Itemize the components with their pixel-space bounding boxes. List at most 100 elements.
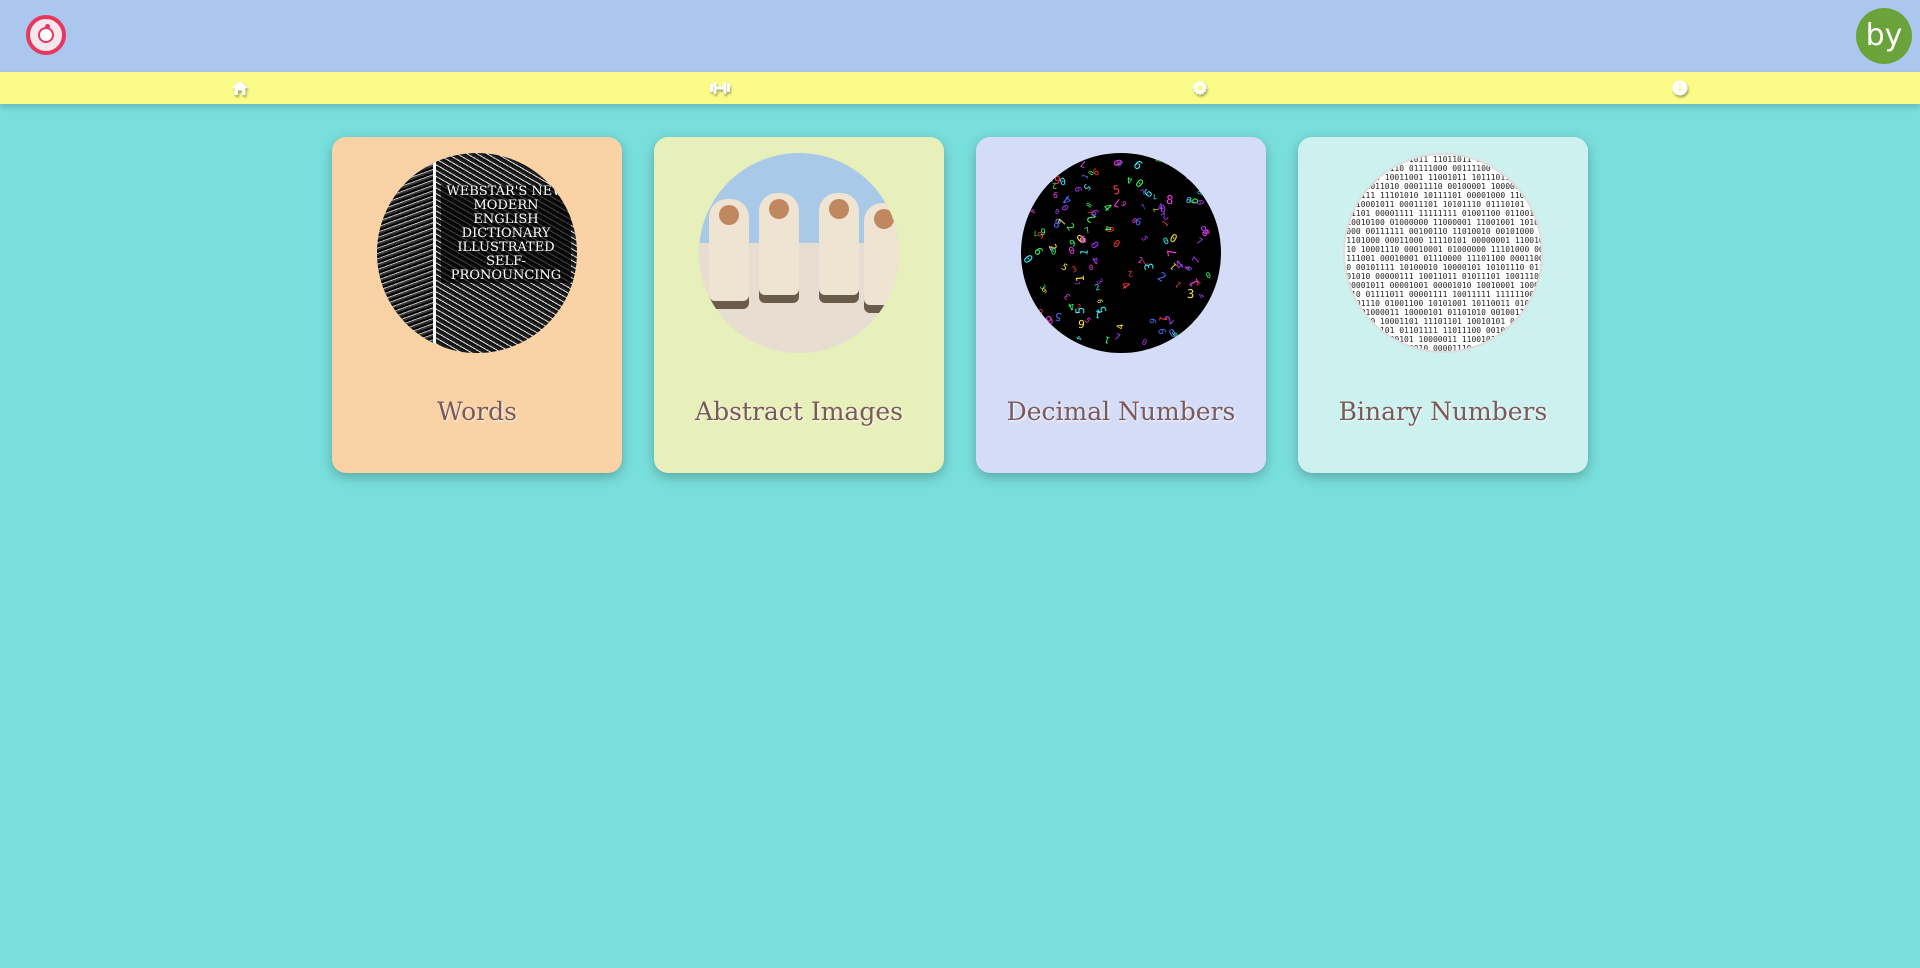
digit-glyph: 4 (1157, 202, 1165, 214)
digit-glyph: 4 (1032, 335, 1044, 348)
digit-glyph: 4 (1182, 173, 1194, 181)
digit-scatter: 4065165064942720486042607041474706928039… (1021, 153, 1221, 353)
digit-glyph: 1 (1079, 232, 1087, 245)
card-label: Abstract Images (695, 397, 903, 426)
digit-glyph: 7 (1112, 332, 1122, 344)
digit-glyph: 0 (1088, 263, 1094, 273)
digit-glyph: 3 (1070, 264, 1079, 275)
digit-glyph: 1 (1192, 318, 1204, 327)
digit-glyph: 2 (1155, 269, 1169, 285)
digit-glyph: 9 (1040, 286, 1050, 296)
digit-glyph: 9 (1053, 173, 1062, 188)
colorful-digits-image: 4065165064942720486042607041474706928039… (1021, 153, 1221, 353)
digit-glyph: 3 (1024, 163, 1033, 175)
card-decimal-numbers[interactable]: 4065165064942720486042607041474706928039… (976, 137, 1266, 473)
digit-glyph: 1 (1103, 333, 1112, 345)
digit-glyph: 5 (1192, 154, 1202, 167)
digit-glyph: 4 (1197, 292, 1207, 301)
gear-icon (1192, 80, 1208, 96)
digit-glyph: 6 (1043, 312, 1056, 327)
astronaut-figure (709, 199, 749, 309)
card-label: Binary Numbers (1338, 397, 1548, 426)
card-words[interactable]: WEBSTAR'S NEW MODERN ENGLISH DICTIONARY … (332, 137, 622, 473)
digit-glyph: 9 (1021, 209, 1029, 224)
digit-glyph: 8 (1165, 192, 1174, 208)
digit-glyph: 1 (1173, 279, 1184, 290)
digit-glyph: 6 (1071, 186, 1083, 193)
binary-text: 00010010 10101011 11011011 10010100 0111… (1346, 155, 1543, 353)
digit-glyph: 0 (1204, 270, 1213, 281)
digit-glyph: 4 (1172, 257, 1187, 273)
nav-item-home[interactable] (0, 72, 480, 104)
digit-glyph: 0 (1030, 188, 1039, 198)
digit-glyph: 5 (1058, 262, 1069, 274)
digit-glyph: 6 (1195, 188, 1205, 197)
digit-glyph: 5 (1139, 234, 1150, 243)
digit-glyph: 5 (1190, 335, 1199, 347)
app-logo-icon[interactable] (26, 15, 66, 55)
digit-glyph: 4 (1074, 334, 1084, 342)
card-binary-numbers[interactable]: 00010010 10101011 11011011 10010100 0111… (1298, 137, 1588, 473)
digit-glyph: 0 (1166, 325, 1179, 340)
category-cards: WEBSTAR'S NEW MODERN ENGLISH DICTIONARY … (332, 137, 1588, 473)
digit-glyph: 5 (1111, 182, 1122, 198)
digit-glyph: 4 (1126, 173, 1133, 185)
card-abstract-images[interactable]: Abstract Images (654, 137, 944, 473)
digit-glyph: 4 (1034, 159, 1049, 174)
digit-glyph: 3 (1204, 305, 1214, 318)
card-label: Words (437, 397, 517, 426)
digit-glyph: 1 (1022, 292, 1030, 305)
digit-glyph: 0 (1067, 245, 1077, 258)
digit-glyph: 7 (1164, 247, 1180, 258)
digit-glyph: 6 (1095, 298, 1104, 305)
astronauts-image (699, 153, 899, 353)
digit-glyph: 3 (1094, 276, 1105, 287)
dumbbell-icon (710, 82, 730, 94)
digit-glyph: 9 (1148, 317, 1160, 326)
nav-item-info[interactable] (1440, 72, 1920, 104)
nav-bar (0, 72, 1920, 104)
logo-ring (38, 27, 54, 43)
digit-glyph: 5 (1053, 309, 1064, 324)
digit-glyph: 6 (1155, 327, 1167, 336)
nav-item-exercise[interactable] (480, 72, 960, 104)
digit-glyph: 6 (1052, 190, 1059, 201)
home-icon (232, 81, 248, 95)
digit-glyph: 5 (1095, 304, 1110, 315)
digit-glyph: 0 (1021, 252, 1036, 267)
digit-glyph: 4 (1116, 323, 1127, 330)
digit-glyph: 5 (1072, 306, 1088, 315)
top-header: by (0, 0, 1920, 72)
digit-glyph: 0 (1140, 337, 1149, 348)
digit-glyph: 4 (1102, 225, 1113, 232)
digit-glyph: 2 (1127, 268, 1134, 279)
logo-dot (45, 24, 50, 29)
digit-glyph: 1 (1160, 218, 1171, 229)
digit-glyph: 7 (1139, 202, 1149, 212)
astronaut-figure (819, 193, 859, 303)
digit-glyph: 4 (1060, 192, 1075, 208)
digit-glyph: 3 (1141, 261, 1157, 272)
binary-sphere-image: 00010010 10101011 11011011 10010100 0111… (1343, 153, 1543, 353)
digit-glyph: 1 (1079, 248, 1091, 257)
info-icon (1672, 80, 1688, 96)
digit-glyph: 3 (1186, 286, 1195, 302)
digit-glyph: 6 (1195, 167, 1209, 182)
user-avatar[interactable]: by (1856, 8, 1912, 64)
digit-glyph: 0 (1111, 157, 1126, 168)
digit-glyph: 0 (1167, 231, 1180, 246)
digit-glyph: 7 (1190, 255, 1204, 266)
digit-glyph: 0 (1087, 239, 1101, 252)
nav-item-settings[interactable] (960, 72, 1440, 104)
digit-glyph: 7 (1079, 157, 1088, 169)
digit-glyph: 8 (1067, 156, 1082, 167)
book-spine (377, 153, 436, 353)
digit-glyph: 4 (1028, 206, 1037, 215)
book-title: WEBSTAR'S NEW MODERN ENGLISH DICTIONARY … (441, 185, 571, 283)
digit-glyph: 1 (1073, 274, 1088, 283)
digit-glyph: 6 (1130, 157, 1146, 173)
astronaut-figure (864, 203, 899, 313)
card-label: Decimal Numbers (1006, 397, 1236, 426)
digit-glyph: 9 (1033, 307, 1045, 319)
digit-glyph: 4 (1118, 279, 1133, 292)
